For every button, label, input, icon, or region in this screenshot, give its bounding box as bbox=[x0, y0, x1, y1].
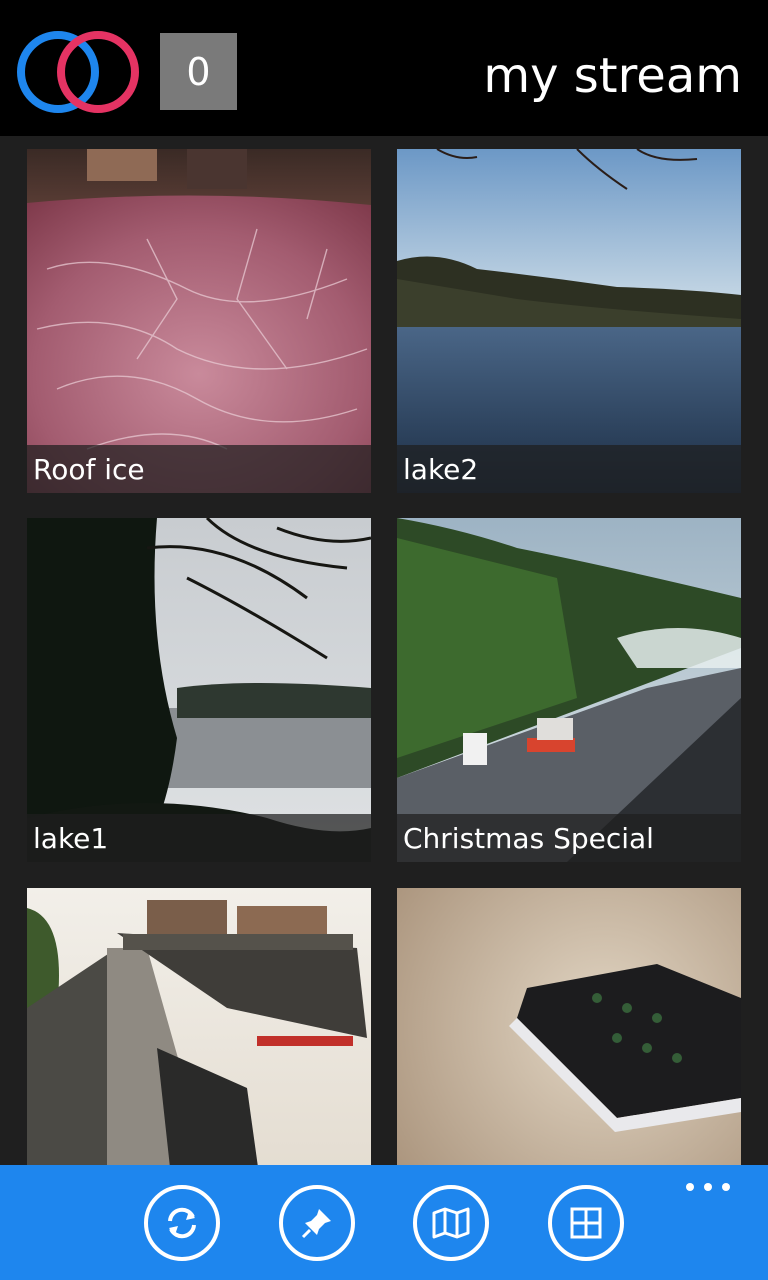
photo-grid: Roof ice lake2 lake1 Christmas Special bbox=[0, 136, 768, 1166]
refresh-button[interactable] bbox=[144, 1185, 220, 1261]
photo-tile-station[interactable] bbox=[27, 888, 371, 1166]
notification-counter[interactable]: 0 bbox=[160, 33, 237, 110]
photo-tile-roof-ice[interactable]: Roof ice bbox=[27, 149, 371, 493]
photo-tile-lake2[interactable]: lake2 bbox=[397, 149, 741, 493]
map-button[interactable] bbox=[413, 1185, 489, 1261]
pin-icon bbox=[301, 1209, 331, 1239]
app-bar bbox=[0, 1165, 768, 1280]
photo-image bbox=[27, 518, 371, 862]
page-title: my stream bbox=[483, 48, 742, 104]
photo-image bbox=[27, 149, 371, 493]
photo-image bbox=[397, 149, 741, 493]
more-dots-icon[interactable] bbox=[686, 1179, 730, 1193]
photo-tile-phone[interactable] bbox=[397, 888, 741, 1166]
photo-caption: lake1 bbox=[27, 814, 371, 862]
photo-caption: Christmas Special bbox=[397, 814, 741, 862]
photo-tile-christmas-special[interactable]: Christmas Special bbox=[397, 518, 741, 862]
tiles-icon bbox=[570, 1207, 602, 1239]
photo-image bbox=[27, 888, 371, 1166]
tiles-button[interactable] bbox=[548, 1185, 624, 1261]
refresh-icon bbox=[168, 1207, 196, 1239]
photo-caption: lake2 bbox=[397, 445, 741, 493]
header: 0 my stream bbox=[0, 0, 768, 136]
photo-image bbox=[397, 888, 741, 1166]
photo-image bbox=[397, 518, 741, 862]
photo-caption: Roof ice bbox=[27, 445, 371, 493]
flickr-logo-icon bbox=[17, 31, 139, 113]
map-icon bbox=[432, 1207, 470, 1239]
pin-button[interactable] bbox=[279, 1185, 355, 1261]
photo-tile-lake1[interactable]: lake1 bbox=[27, 518, 371, 862]
